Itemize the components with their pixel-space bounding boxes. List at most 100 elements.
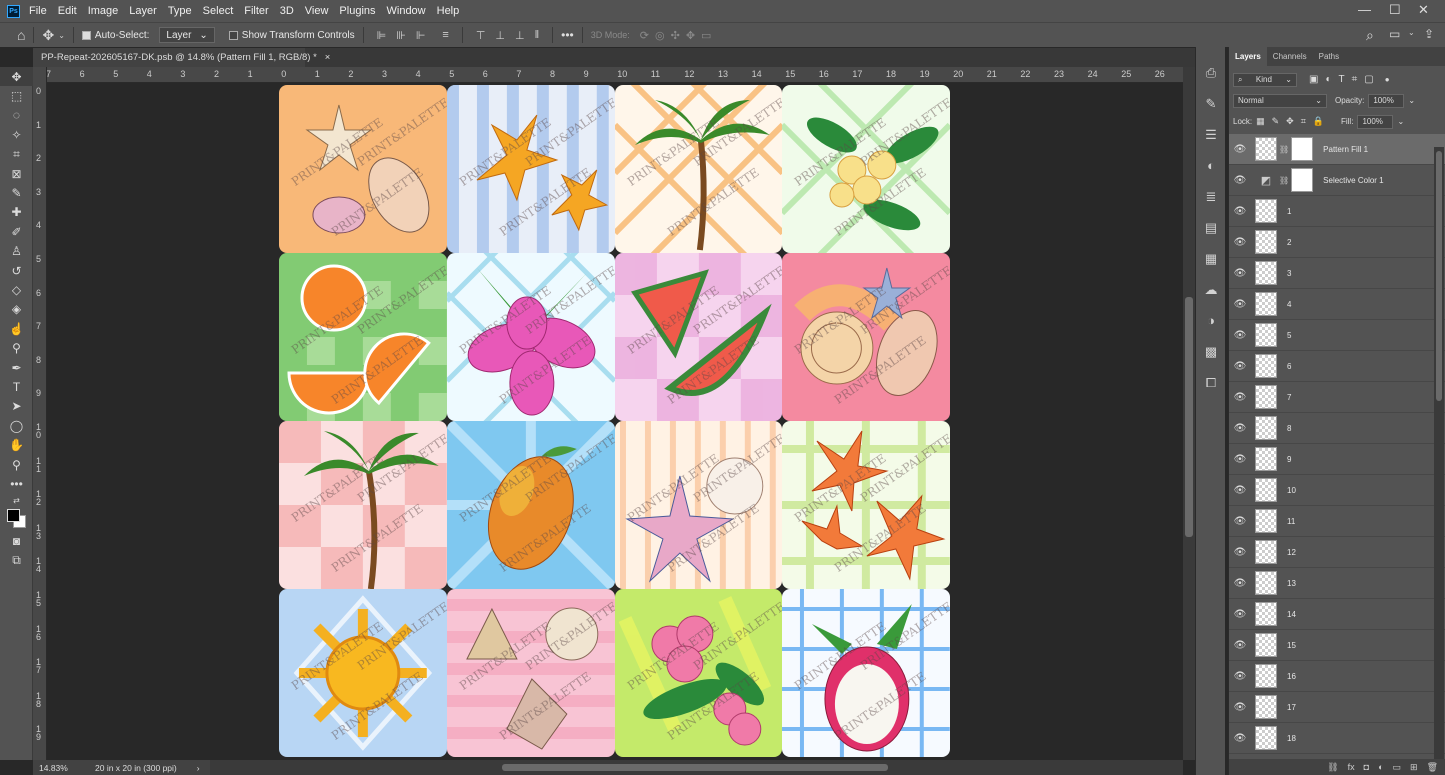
share-icon[interactable]: ⇪ — [1424, 27, 1434, 41]
eraser-tool-icon[interactable]: ◇ — [0, 280, 33, 299]
align-right-icon[interactable]: ⊩ — [416, 29, 426, 42]
new-group-icon[interactable]: ▭ — [1393, 762, 1402, 773]
layer-row[interactable]: 👁 18 — [1229, 723, 1445, 754]
screen-mode-icon[interactable]: ⧉ — [0, 551, 33, 570]
menu-select[interactable]: Select — [203, 5, 234, 17]
filter-type-icons[interactable]: ▣◐T⌗▢ — [1309, 74, 1381, 85]
3d-mode-icons[interactable]: ⟳◎✣✥▭ — [640, 29, 718, 42]
history-panel-icon[interactable]: ⎙ — [1196, 57, 1226, 88]
align-middle-icon[interactable]: ⊥ — [495, 29, 505, 42]
color-swatches[interactable] — [0, 508, 33, 532]
auto-select-dropdown[interactable]: Layer ⌄ — [159, 27, 215, 43]
smudge-tool-icon[interactable]: ☝ — [0, 319, 33, 338]
document-tab[interactable]: PP-Repeat-202605167-DK.psb @ 14.8% (Patt… — [33, 48, 330, 67]
visibility-eye-icon[interactable]: 👁 — [1229, 206, 1251, 217]
layer-row[interactable]: 👁 ⛓ Pattern Fill 1 — [1229, 134, 1445, 165]
layers-scrollbar[interactable] — [1434, 147, 1444, 759]
visibility-eye-icon[interactable]: 👁 — [1229, 361, 1251, 372]
maximize-button[interactable]: ☐ — [1389, 2, 1401, 18]
brush-settings-icon[interactable]: ✎ — [1196, 88, 1226, 119]
fill-field[interactable]: 100% — [1357, 114, 1394, 129]
libraries-panel-icon[interactable]: ☁ — [1196, 274, 1226, 305]
distribute-icon[interactable]: ≡ — [442, 29, 448, 41]
align-top-icon[interactable]: ⊤ — [476, 29, 486, 42]
menu-3d[interactable]: 3D — [280, 5, 294, 17]
layer-row[interactable]: 👁 9 — [1229, 444, 1445, 475]
history-brush-tool-icon[interactable]: ↺ — [0, 261, 33, 280]
transform-controls-checkbox[interactable] — [228, 30, 238, 40]
minimize-button[interactable]: — — [1358, 2, 1371, 17]
canvas-area[interactable]: PRINT&PALETTE PRINT&PALETTE PRINT&PALETTE P… — [47, 83, 1183, 760]
move-tool-icon[interactable]: ✥ — [42, 27, 54, 44]
type-tool-icon[interactable]: T — [0, 377, 33, 396]
layer-row[interactable]: 👁 16 — [1229, 661, 1445, 692]
visibility-eye-icon[interactable]: 👁 — [1229, 268, 1251, 279]
layer-row[interactable]: 👁 3 — [1229, 258, 1445, 289]
visibility-eye-icon[interactable]: 👁 — [1229, 299, 1251, 310]
menu-filter[interactable]: Filter — [244, 5, 268, 17]
layer-row[interactable]: 👁 ◩ ⛓ Selective Color 1 — [1229, 165, 1445, 196]
eyedropper-tool-icon[interactable]: ✎ — [0, 183, 33, 202]
menu-file[interactable]: File — [29, 5, 47, 17]
hand-tool-icon[interactable]: ✋ — [0, 435, 33, 454]
visibility-eye-icon[interactable]: 👁 — [1229, 640, 1251, 651]
scroll-thumb[interactable] — [1436, 151, 1442, 401]
new-adjustment-icon[interactable]: ◐ — [1378, 762, 1383, 772]
new-layer-icon[interactable]: ⊞ — [1410, 762, 1418, 773]
filter-toggle-icon[interactable]: ● — [1385, 75, 1390, 84]
marquee-tool-icon[interactable]: ⬚ — [0, 86, 33, 105]
horizontal-scrollbar[interactable] — [210, 760, 1183, 775]
layer-row[interactable]: 👁 14 — [1229, 599, 1445, 630]
auto-select-checkbox[interactable] — [81, 30, 91, 40]
close-tab-icon[interactable]: × — [325, 52, 331, 63]
menu-window[interactable]: Window — [387, 5, 426, 17]
tab-layers[interactable]: Layers — [1229, 47, 1267, 66]
menu-type[interactable]: Type — [168, 5, 192, 17]
delete-layer-icon[interactable]: 🗑 — [1427, 762, 1438, 773]
path-selection-tool-icon[interactable]: ➤ — [0, 397, 33, 416]
layer-row[interactable]: 👁 12 — [1229, 537, 1445, 568]
dodge-tool-icon[interactable]: ⚲ — [0, 338, 33, 357]
tab-paths[interactable]: Paths — [1313, 47, 1345, 66]
chevron-down-icon[interactable]: ⌄ — [1397, 117, 1404, 126]
artboards-panel-icon[interactable]: ⧠ — [1196, 367, 1226, 398]
visibility-eye-icon[interactable]: 👁 — [1229, 671, 1251, 682]
styles-panel-icon[interactable]: ◑ — [1196, 305, 1226, 336]
quick-mask-icon[interactable]: ◙ — [0, 532, 33, 551]
visibility-eye-icon[interactable]: 👁 — [1229, 702, 1251, 713]
crop-tool-icon[interactable]: ⌗ — [0, 145, 33, 164]
distribute-vertical-icon[interactable]: ‖ — [535, 29, 540, 41]
status-menu-arrow[interactable]: › — [197, 763, 200, 773]
filter-kind-dropdown[interactable]: ⌕ Kind ⌄ — [1233, 72, 1297, 87]
frame-tool-icon[interactable]: ⊠ — [0, 164, 33, 183]
home-icon[interactable]: ⌂ — [17, 27, 25, 43]
align-left-icon[interactable]: ⊫ — [377, 29, 387, 42]
layer-row[interactable]: 👁 17 — [1229, 692, 1445, 723]
layer-row[interactable]: 👁 2 — [1229, 227, 1445, 258]
workspace-icon[interactable]: ▭ — [1389, 27, 1400, 41]
layer-row[interactable]: 👁 8 — [1229, 413, 1445, 444]
visibility-eye-icon[interactable]: 👁 — [1229, 578, 1251, 589]
pen-tool-icon[interactable]: ✒ — [0, 358, 33, 377]
foreground-color-swatch[interactable] — [7, 508, 20, 522]
visibility-eye-icon[interactable]: 👁 — [1229, 485, 1251, 496]
visibility-eye-icon[interactable]: 👁 — [1229, 330, 1251, 341]
visibility-eye-icon[interactable]: 👁 — [1229, 547, 1251, 558]
search-icon[interactable]: ⌕ — [1366, 27, 1374, 44]
vertical-scrollbar[interactable] — [1183, 67, 1195, 760]
layer-row[interactable]: 👁 15 — [1229, 630, 1445, 661]
layer-row[interactable]: 👁 1 — [1229, 196, 1445, 227]
more-options-icon[interactable]: ••• — [561, 28, 574, 42]
paint-bucket-tool-icon[interactable]: ◈ — [0, 300, 33, 319]
layer-row[interactable]: 👁 10 — [1229, 475, 1445, 506]
visibility-eye-icon[interactable]: 👁 — [1229, 175, 1251, 186]
opacity-field[interactable]: 100% — [1368, 93, 1405, 108]
zoom-level[interactable]: 14.83% — [39, 763, 95, 773]
chevron-down-icon[interactable]: ⌄ — [1408, 96, 1415, 105]
layer-row[interactable]: 👁 13 — [1229, 568, 1445, 599]
adjustments-panel-icon[interactable]: ≣ — [1196, 181, 1226, 212]
menu-plugins[interactable]: Plugins — [339, 5, 375, 17]
layer-row[interactable]: 👁 11 — [1229, 506, 1445, 537]
visibility-eye-icon[interactable]: 👁 — [1229, 392, 1251, 403]
move-tool-icon[interactable]: ✥ — [0, 67, 33, 87]
